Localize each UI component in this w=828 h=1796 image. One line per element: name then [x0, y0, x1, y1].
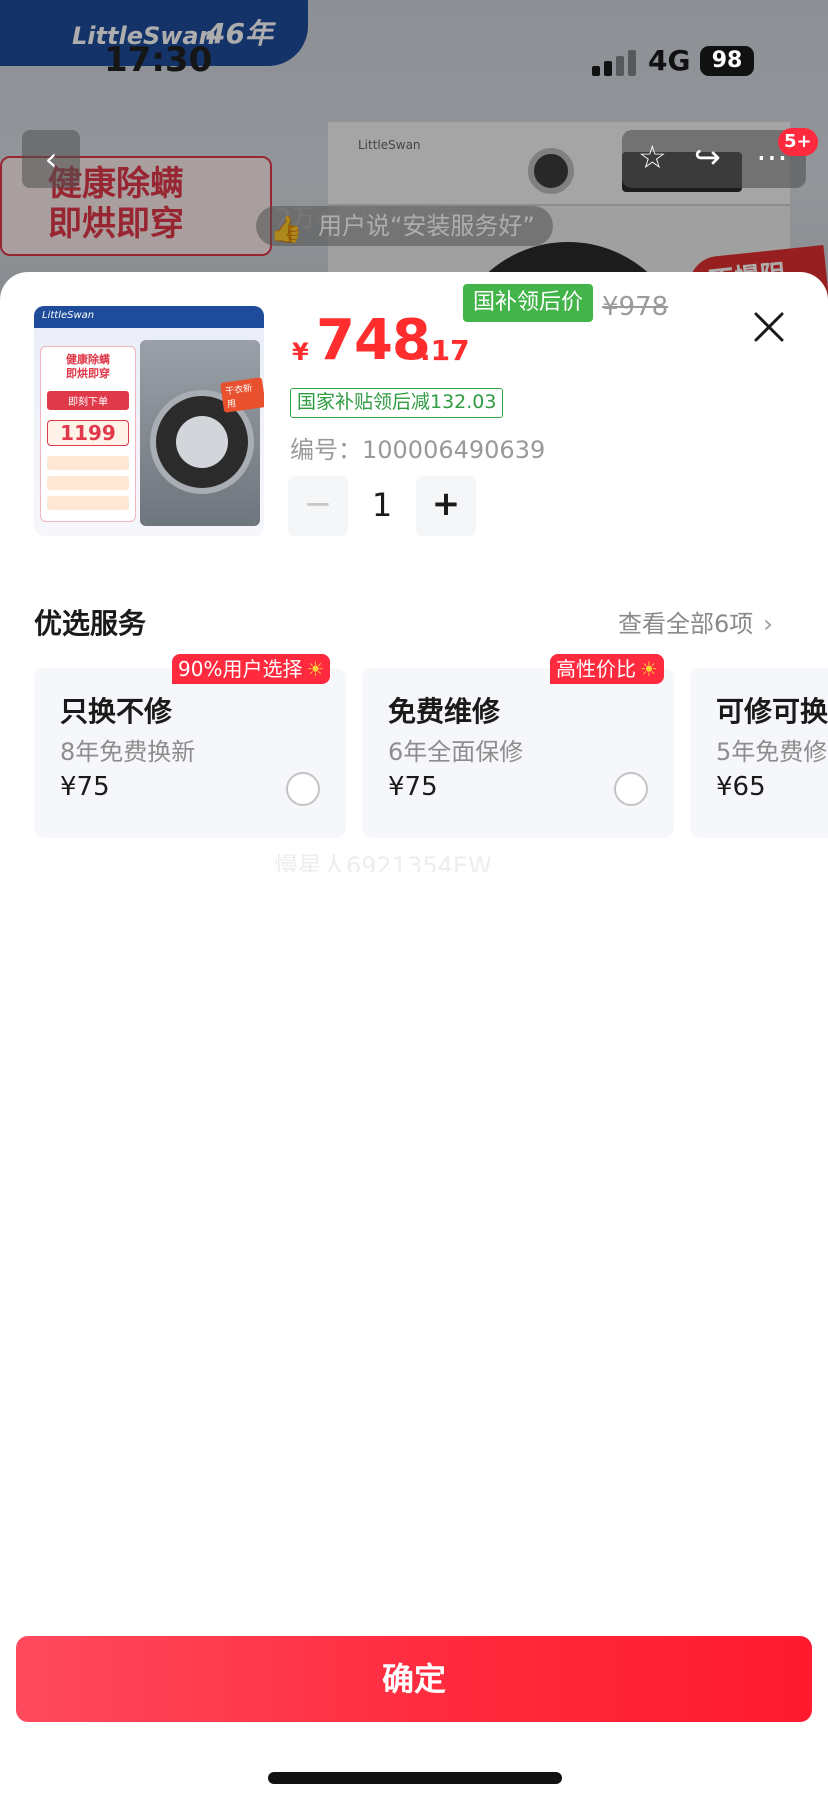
signal-icon	[592, 50, 638, 76]
price-integer: 748	[316, 308, 431, 373]
watermark: 慢星人6921354EW	[274, 852, 492, 872]
thumb-price: 1199	[47, 420, 129, 446]
service-name: 只换不修	[60, 695, 173, 728]
service-desc: 8年免费换新	[60, 738, 196, 766]
service-desc: 5年免费修	[716, 738, 828, 766]
service-card-free-repair[interactable]: 高性价比 ☀ 免费维修 6年全面保修 ¥75	[362, 654, 674, 838]
close-icon	[754, 312, 784, 342]
service-radio[interactable]	[614, 772, 648, 806]
quantity-value[interactable]: 1	[362, 486, 402, 524]
original-price: ¥978	[602, 292, 669, 322]
price-decimal: .17	[420, 334, 470, 367]
sku-selection-sheet: LittleSwan 健康除螨 即烘即穿 即刻下单 1199 干衣新用 ¥ 74…	[0, 272, 828, 1796]
status-bar: 17:30 4G 98	[0, 0, 828, 120]
confirm-button[interactable]: 确定	[16, 1636, 812, 1722]
quantity-decrease-button[interactable]: −	[288, 476, 348, 536]
battery-indicator: 98	[700, 46, 754, 76]
service-radio[interactable]	[286, 772, 320, 806]
thumb-promo-card: 健康除螨 即烘即穿 即刻下单 1199	[40, 346, 136, 522]
chevron-right-icon: ›	[763, 610, 773, 638]
thumb-tag: 干衣新用	[220, 377, 264, 413]
service-price: ¥75	[60, 772, 110, 802]
subsidy-price-badge: 国补领后价	[463, 284, 594, 322]
service-price: ¥65	[716, 772, 766, 802]
view-all-services-link[interactable]: 查看全部6项 ›	[618, 604, 773, 639]
back-button[interactable]: ‹	[22, 130, 80, 188]
thumb-washer-image	[140, 340, 260, 526]
service-desc: 6年全面保修	[388, 738, 524, 766]
product-nav-bar: ‹ ☆ ↪ ⋯ 5+	[0, 128, 828, 190]
service-badge: 高性价比 ☀	[550, 654, 664, 684]
service-price: ¥75	[388, 772, 438, 802]
sku-value: 100006490639	[362, 436, 546, 464]
sun-icon: ☀	[640, 657, 658, 681]
quantity-stepper: − 1 +	[288, 476, 478, 536]
sku-label: 编号：	[290, 436, 362, 464]
star-icon[interactable]: ☆	[638, 138, 667, 176]
services-title: 优选服务	[34, 607, 147, 640]
price-currency: ¥	[292, 338, 309, 366]
close-button[interactable]	[748, 306, 790, 348]
network-type: 4G	[648, 44, 691, 77]
product-thumbnail[interactable]: LittleSwan 健康除螨 即烘即穿 即刻下单 1199 干衣新用	[34, 306, 264, 536]
service-name: 免费维修	[388, 695, 501, 728]
sku-number: 编号：100006490639	[290, 430, 545, 465]
thumb-brand-strip: LittleSwan	[34, 306, 264, 328]
share-icon[interactable]: ↪	[694, 138, 721, 176]
service-card-repair-or-replace[interactable]: 可修可换 5年免费修 ¥65	[690, 668, 828, 838]
status-time: 17:30	[104, 40, 213, 80]
message-count-badge: 5+	[778, 128, 818, 156]
sun-icon: ☀	[306, 657, 325, 681]
service-badge: 90%用户选择 ☀	[172, 654, 331, 684]
home-indicator	[268, 1772, 562, 1784]
national-subsidy-tag: 国家补贴领后减132.03	[290, 388, 504, 418]
quantity-increase-button[interactable]: +	[416, 476, 476, 536]
service-name: 可修可换	[716, 695, 828, 728]
service-card-replace-only[interactable]: 90%用户选择 ☀ 只换不修 8年免费换新 ¥75	[34, 654, 346, 838]
